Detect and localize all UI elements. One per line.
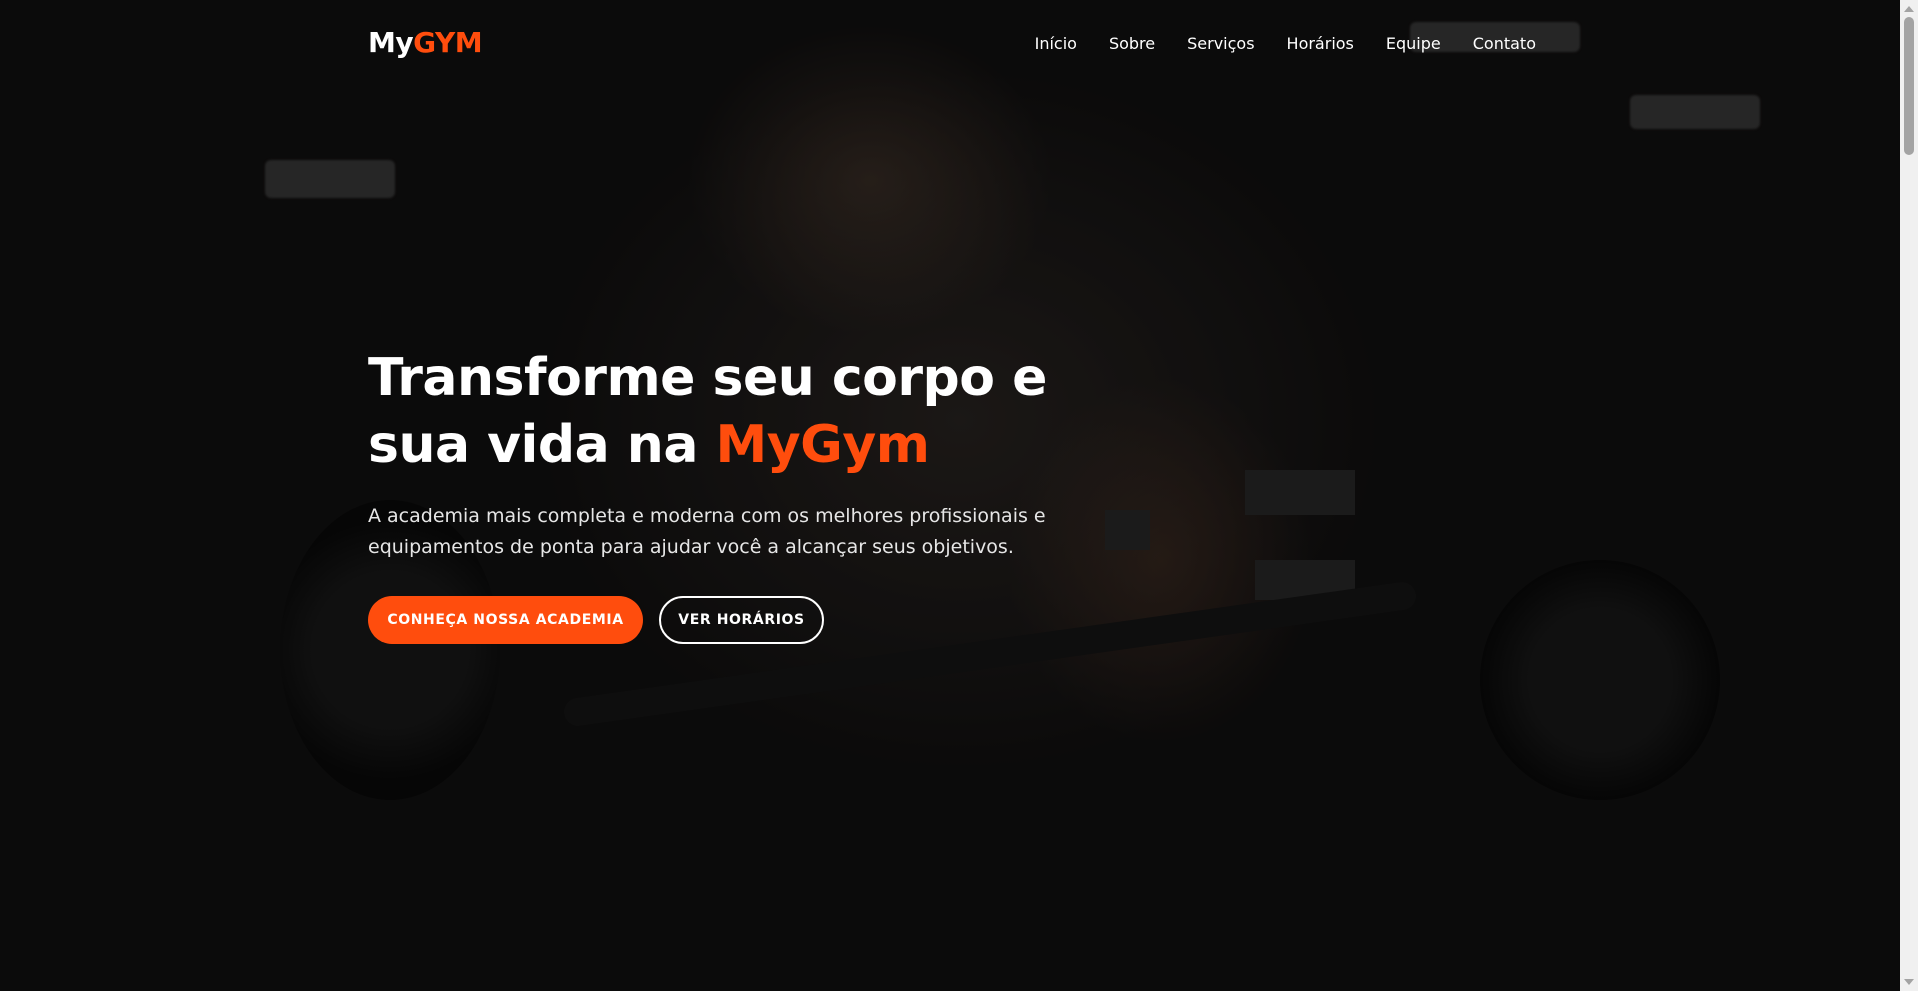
page: MyGYM Início Sobre Serviços Horários Equ… — [0, 0, 1900, 991]
hero-actions: CONHEÇA NOSSA ACADEMIA VER HORÁRIOS — [368, 596, 1128, 644]
nav-item-inicio[interactable]: Início — [1035, 34, 1077, 53]
hero-title-accent: MyGym — [715, 415, 930, 475]
hero-title-line1: Transforme seu corpo e — [368, 348, 1047, 408]
scrollbar-thumb[interactable] — [1904, 17, 1914, 155]
hero-section: Transforme seu corpo e sua vida na MyGym… — [368, 345, 1128, 644]
navbar: MyGYM Início Sobre Serviços Horários Equ… — [0, 0, 1900, 90]
hero-title: Transforme seu corpo e sua vida na MyGym — [368, 345, 1128, 479]
scroll-down-arrow-icon[interactable] — [1904, 979, 1914, 985]
hero-description: A academia mais completa e moderna com o… — [368, 505, 1046, 558]
logo-text-accent: GYM — [413, 26, 483, 59]
scroll-up-arrow-icon[interactable] — [1904, 6, 1914, 12]
conheca-academia-button[interactable]: CONHEÇA NOSSA ACADEMIA — [368, 596, 643, 644]
nav-menu: Início Sobre Serviços Horários Equipe Co… — [1035, 34, 1536, 53]
logo-text-main: My — [368, 26, 414, 59]
nav-item-contato[interactable]: Contato — [1473, 34, 1536, 53]
nav-item-horarios[interactable]: Horários — [1287, 34, 1354, 53]
logo[interactable]: MyGYM — [368, 26, 483, 59]
scrollbar[interactable] — [1900, 0, 1918, 991]
nav-item-equipe[interactable]: Equipe — [1386, 34, 1441, 53]
hero-title-line2: sua vida na — [368, 415, 716, 475]
ver-horarios-button[interactable]: VER HORÁRIOS — [659, 596, 824, 644]
nav-item-sobre[interactable]: Sobre — [1109, 34, 1155, 53]
nav-item-servicos[interactable]: Serviços — [1187, 34, 1254, 53]
